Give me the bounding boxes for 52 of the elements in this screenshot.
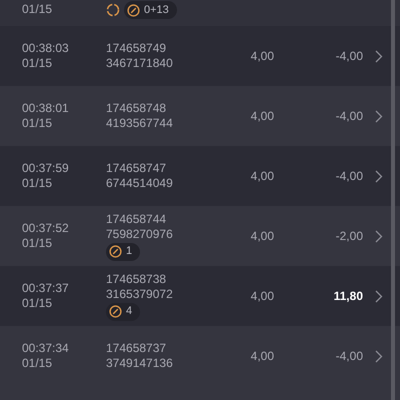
id-text: 3749147136: [106, 356, 174, 371]
id-text: 174658749: [106, 41, 168, 56]
refresh-icon: [106, 3, 120, 17]
counter-badge: 4: [106, 302, 140, 320]
id-text: 174658747: [106, 161, 168, 176]
time-text: 00:37:37: [22, 281, 70, 296]
date-text: 01/15: [22, 2, 54, 16]
result-text: -2,00: [334, 228, 363, 245]
chevron-right-icon[interactable]: [375, 350, 383, 362]
id-text: 6744514049: [106, 176, 174, 191]
stake-text: 4,00: [250, 108, 274, 125]
result-text: -4,00: [334, 168, 363, 185]
time-text: 00:38:03: [22, 41, 70, 56]
date-text: 01/15: [22, 236, 54, 251]
id-text: 3467171840: [106, 56, 174, 71]
transaction-row[interactable]: 00:37:34 01/15 174658737 3749147136 4,00 -4,00: [0, 326, 400, 386]
date-text: 01/15: [22, 296, 54, 311]
transaction-row[interactable]: 01/15 0+13: [0, 0, 400, 26]
date-text: 01/15: [22, 176, 54, 191]
counter-badge: 1: [106, 242, 140, 260]
id-text: 174658738: [106, 272, 168, 286]
chevron-right-icon[interactable]: [375, 230, 383, 242]
time-text: 00:38:01: [22, 101, 70, 116]
result-text: 11,80: [332, 288, 363, 305]
counter-badge: 0+13: [124, 1, 177, 19]
date-text: 01/15: [22, 116, 54, 131]
result-text: -4,00: [334, 108, 363, 125]
time-text: 00:37:59: [22, 161, 70, 176]
date-text: 01/15: [22, 356, 54, 371]
id-text: 174658748: [106, 101, 168, 116]
chevron-right-icon[interactable]: [375, 50, 383, 62]
scrollbar[interactable]: [391, 0, 395, 400]
result-text: -4,00: [334, 348, 363, 365]
result-text: -4,00: [334, 48, 363, 65]
stake-text: 4,00: [250, 168, 274, 185]
id-text: 3165379072: [106, 286, 174, 302]
transaction-row[interactable]: 00:38:01 01/15 174658748 4193567744 4,00 -4,00: [0, 86, 400, 146]
chevron-right-icon[interactable]: [375, 170, 383, 182]
id-text: 4193567744: [106, 116, 174, 131]
date-text: 01/15: [22, 56, 54, 71]
stake-text: 4,00: [250, 288, 274, 305]
id-text: 7598270976: [106, 226, 174, 242]
stake-text: 4,00: [250, 228, 274, 245]
stake-text: 4,00: [250, 48, 274, 65]
time-text: 00:37:34: [22, 341, 70, 356]
transaction-row[interactable]: 00:37:52 01/15 174658744 7598270976 1 4,00 -2,00: [0, 206, 400, 266]
stake-text: 4,00: [250, 348, 274, 365]
chevron-right-icon[interactable]: [375, 290, 383, 302]
time-text: 00:37:52: [22, 221, 70, 236]
id-text: 174658744: [106, 212, 168, 226]
chevron-right-icon[interactable]: [375, 110, 383, 122]
id-text: 174658737: [106, 341, 168, 356]
